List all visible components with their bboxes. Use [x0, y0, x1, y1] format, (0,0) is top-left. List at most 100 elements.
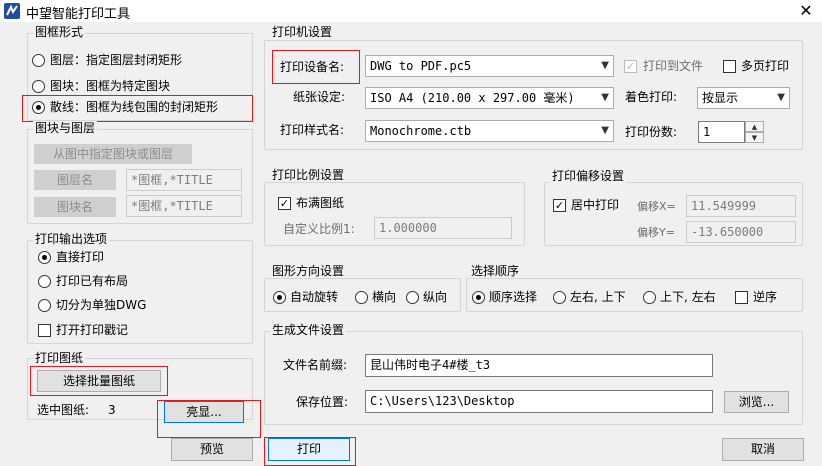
browse-button[interactable]: 浏览...	[724, 391, 789, 413]
multi-page-checkbox[interactable]	[723, 60, 736, 73]
offset-x-label: 偏移X=	[637, 200, 676, 213]
order-sequential-radio[interactable]	[472, 291, 485, 304]
orientation-title: 图形方向设置	[270, 264, 347, 278]
layer-name-button[interactable]: 图层名	[34, 170, 116, 190]
custom-scale-label: 自定义比例1:	[283, 222, 355, 236]
order-lr-tb-label: 左右, 上下	[570, 290, 626, 304]
layer-name-input[interactable]: *图框,*TITLE	[126, 169, 242, 191]
spin-down-icon[interactable]: ▼	[745, 132, 764, 143]
orientation-portrait[interactable]: 纵向	[406, 289, 456, 307]
style-label: 打印样式名:	[280, 123, 345, 137]
app-logo-icon	[4, 3, 20, 19]
output-direct-radio[interactable]	[38, 251, 51, 264]
copies-label: 打印份数:	[625, 125, 678, 139]
highlight-button[interactable]: 亮显...	[164, 401, 244, 423]
frame-option-layer[interactable]: 图层：指定图层封闭矩形	[32, 52, 232, 70]
order-sequential-label: 顺序选择	[489, 290, 538, 304]
path-label: 保存位置:	[296, 395, 349, 409]
frame-block-radio[interactable]	[32, 80, 45, 93]
print-button[interactable]: 打印	[268, 438, 350, 461]
color-select[interactable]: 按显示 ▼	[697, 87, 790, 109]
reverse-label: 逆序	[753, 290, 778, 304]
order-tb-lr-radio[interactable]	[643, 291, 656, 304]
output-option-split[interactable]: 切分为单独DWG	[38, 297, 228, 315]
select-drawings-button[interactable]: 选择批量图纸	[37, 370, 161, 392]
order-tb-lr[interactable]: 上下, 左右	[643, 289, 731, 307]
stamp-label: 打开打印戳记	[56, 323, 129, 337]
orientation-landscape[interactable]: 横向	[355, 289, 403, 307]
order-lr-tb-radio[interactable]	[553, 291, 566, 304]
output-layout-radio[interactable]	[38, 275, 51, 288]
color-value: 按显示	[702, 91, 739, 105]
frame-layer-radio[interactable]	[32, 54, 45, 67]
print-to-file-checkbox[interactable]: ✓	[624, 60, 637, 73]
paper-value: ISO A4 (210.00 x 297.00 毫米)	[370, 91, 575, 105]
color-label: 着色打印:	[625, 90, 678, 104]
center-print-checkbox[interactable]: ✓	[553, 199, 566, 212]
path-input[interactable]: C:\Users\123\Desktop	[365, 390, 713, 413]
custom-scale-input[interactable]: 1.000000	[374, 217, 512, 239]
frame-option-layer-label: 图层：指定图层封闭矩形	[50, 53, 183, 67]
selected-count-value: 3	[108, 403, 116, 417]
preview-button[interactable]: 预览	[171, 438, 253, 461]
output-split-radio[interactable]	[38, 299, 51, 312]
frame-lines-radio[interactable]	[32, 101, 45, 114]
output-option-layout-label: 打印已有布局	[56, 274, 129, 288]
prefix-label: 文件名前缀:	[283, 358, 348, 372]
frame-option-block[interactable]: 图块：图框为特定图块	[32, 78, 232, 96]
center-print-label: 居中打印	[571, 198, 620, 212]
frame-type-title: 图框形式	[33, 25, 86, 39]
orientation-auto[interactable]: 自动旋转	[273, 289, 353, 307]
drawings-title: 打印图纸	[33, 351, 86, 365]
order-tb-lr-label: 上下, 左右	[660, 290, 716, 304]
multi-page-label: 多页打印	[741, 59, 790, 73]
orientation-landscape-radio[interactable]	[355, 291, 368, 304]
orientation-portrait-label: 纵向	[423, 290, 448, 304]
output-option-split-label: 切分为单独DWG	[56, 298, 147, 312]
style-value: Monochrome.ctb	[370, 124, 472, 138]
offset-x-input[interactable]: 11.549999	[686, 195, 796, 217]
close-icon[interactable]: ✕	[796, 1, 816, 21]
style-select[interactable]: Monochrome.ctb ▼	[365, 120, 614, 142]
reverse-checkbox[interactable]	[735, 291, 748, 304]
output-option-direct-label: 直接打印	[56, 250, 105, 264]
print-to-file-label: 打印到文件	[643, 59, 704, 73]
device-value: DWG to PDF.pc5	[370, 59, 472, 73]
paper-label: 纸张设定:	[293, 90, 346, 104]
paper-select[interactable]: ISO A4 (210.00 x 297.00 毫米) ▼	[365, 87, 614, 109]
cancel-button[interactable]: 取消	[722, 438, 804, 461]
orientation-portrait-radio[interactable]	[406, 291, 419, 304]
block-layer-title: 图块与图层	[33, 121, 98, 135]
block-name-input[interactable]: *图框,*TITLE	[126, 195, 242, 217]
order-lr-tb[interactable]: 左右, 上下	[553, 289, 641, 307]
copies-input[interactable]: 1	[698, 121, 745, 143]
fit-paper-checkbox[interactable]: ✓	[278, 197, 291, 210]
device-label: 打印设备名:	[280, 60, 345, 74]
fit-paper-label: 布满图纸	[296, 196, 345, 210]
frame-option-block-label: 图块：图框为特定图块	[50, 79, 171, 93]
printer-settings-title: 打印机设置	[270, 25, 335, 39]
chevron-down-icon: ▼	[601, 60, 609, 71]
file-settings-title: 生成文件设置	[270, 323, 347, 337]
frame-option-lines[interactable]: 散线：图框为线包围的封闭矩形	[32, 99, 250, 117]
block-name-button[interactable]: 图块名	[34, 197, 116, 217]
stamp-checkbox[interactable]	[38, 324, 51, 337]
spin-up-icon[interactable]: ▲	[745, 121, 764, 132]
window-title: 中望智能打印工具	[26, 7, 131, 22]
orientation-auto-label: 自动旋转	[290, 290, 339, 304]
offset-settings-title: 打印偏移设置	[550, 169, 627, 183]
orientation-auto-radio[interactable]	[273, 291, 286, 304]
prefix-input[interactable]: 昆山伟时电子4#楼_t3	[365, 354, 713, 377]
output-option-direct[interactable]: 直接打印	[38, 249, 228, 267]
chevron-down-icon: ▼	[601, 125, 609, 136]
selected-count-label: 选中图纸:	[37, 403, 90, 417]
device-select[interactable]: DWG to PDF.pc5 ▼	[365, 55, 614, 77]
order-sequential[interactable]: 顺序选择	[472, 289, 550, 307]
scale-settings-title: 打印比例设置	[270, 168, 347, 182]
pick-block-layer-button[interactable]: 从图中指定图块或图层	[34, 144, 192, 164]
output-options-title: 打印输出选项	[33, 232, 110, 246]
output-option-layout[interactable]: 打印已有布局	[38, 273, 228, 291]
stamp-checkbox-row[interactable]: 打开打印戳记	[38, 322, 228, 340]
offset-y-input[interactable]: -13.650000	[686, 221, 796, 243]
frame-option-lines-label: 散线：图框为线包围的封闭矩形	[50, 100, 219, 114]
